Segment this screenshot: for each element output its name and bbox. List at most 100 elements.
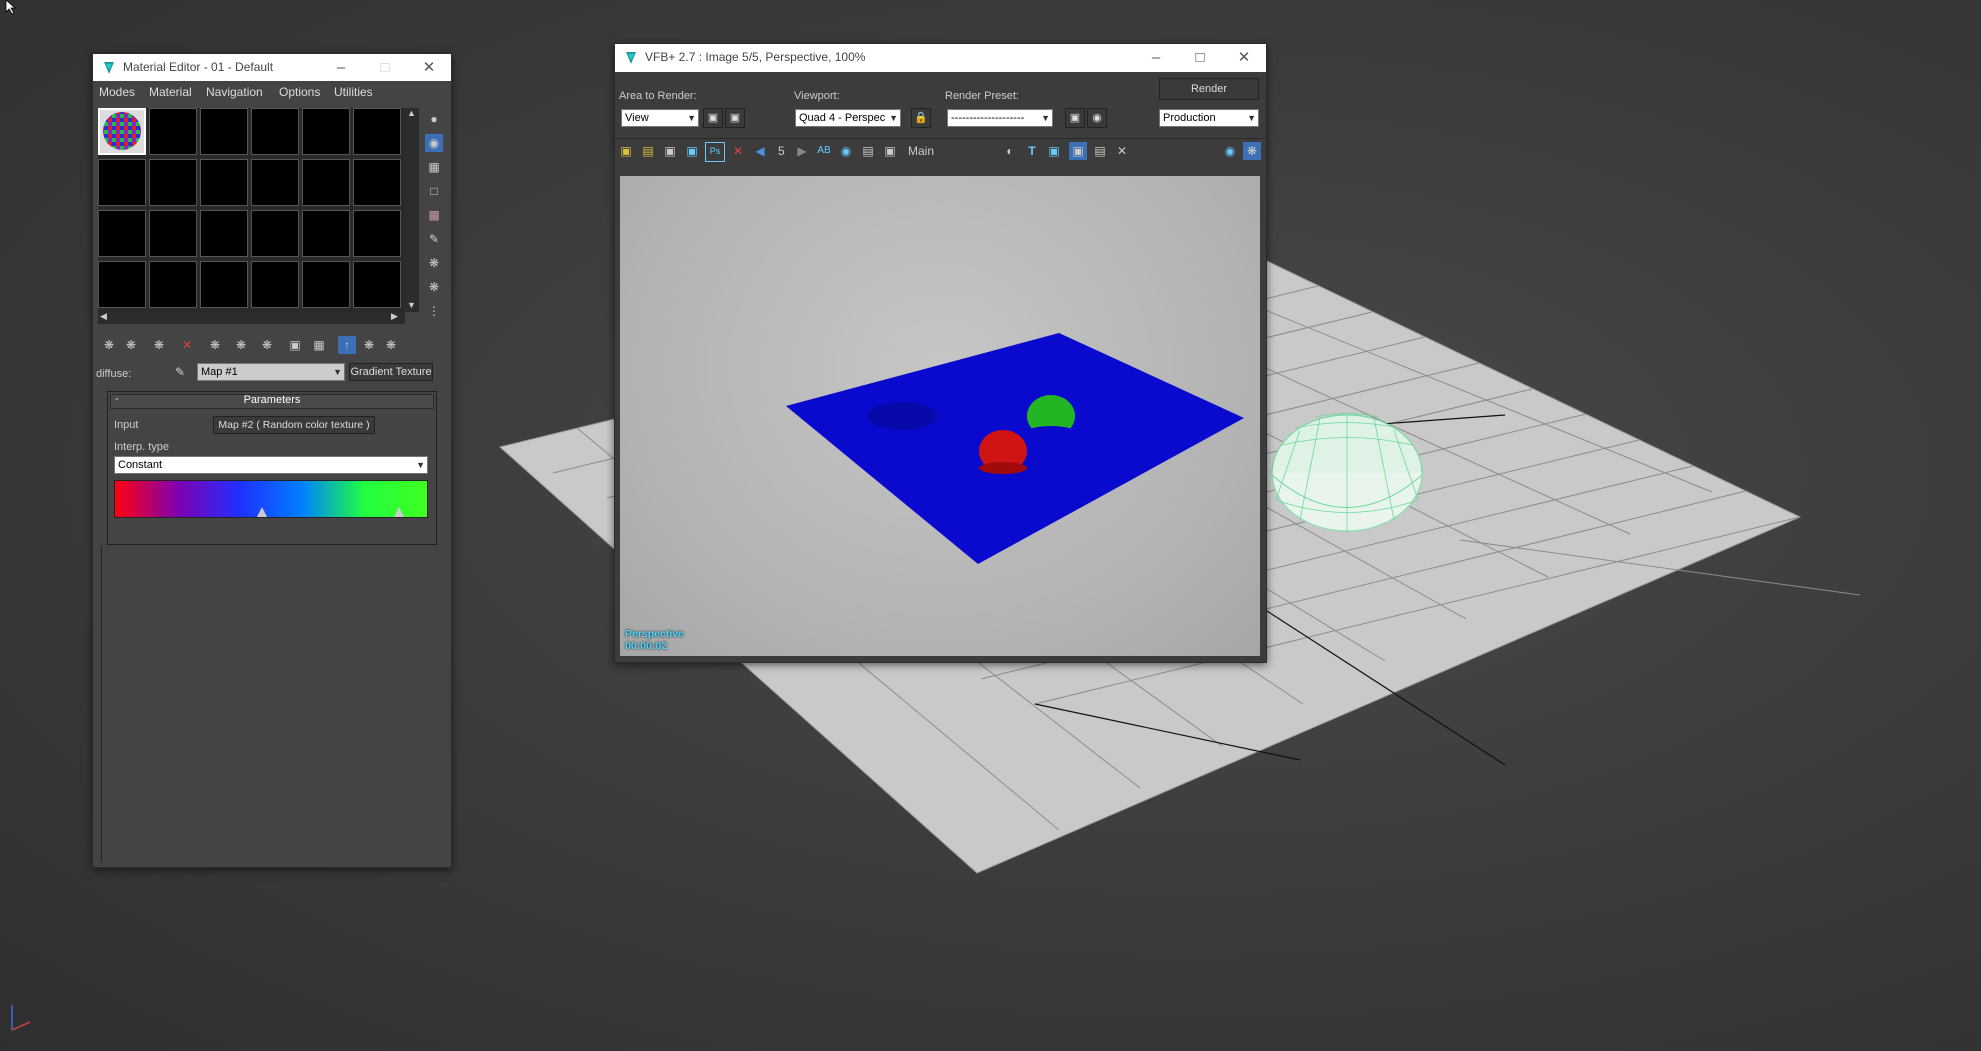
vfb-window[interactable]: VFB+ 2.7 : Image 5/5, Perspective, 100% … (614, 43, 1267, 663)
auto-region-icon[interactable]: ▣ (725, 108, 745, 128)
interactive-icon[interactable]: ◉ (1221, 142, 1239, 160)
screenshot-icon[interactable]: ▣ (683, 142, 701, 160)
render-preset-dropdown[interactable]: -------------------- ▼ (947, 109, 1053, 127)
sample-slot[interactable] (353, 261, 401, 308)
sample-slot[interactable] (353, 108, 401, 155)
exposure-icon[interactable]: ◐ (1001, 142, 1019, 160)
sample-slot[interactable] (251, 159, 299, 206)
clear-icon[interactable]: ✕ (729, 142, 747, 160)
select-by-material-icon[interactable]: ❋ (425, 278, 443, 296)
sample-slot[interactable] (302, 159, 350, 206)
scroll-down-icon[interactable]: ▼ (407, 300, 416, 310)
material-editor-window[interactable]: Material Editor - 01 - Default – □ ✕ Mod… (92, 53, 452, 868)
sample-slot[interactable] (353, 210, 401, 257)
sample-slot[interactable] (149, 159, 197, 206)
render-button[interactable]: Render (1159, 78, 1259, 100)
open-icon[interactable]: ▤ (639, 142, 657, 160)
options-icon[interactable]: ❋ (425, 254, 443, 272)
get-material-icon[interactable]: ❋ (100, 336, 118, 354)
video-color-check-icon[interactable]: ▩ (425, 206, 443, 224)
bloom-icon[interactable]: ▣ (1069, 142, 1087, 160)
history-icon[interactable]: ◉ (837, 142, 855, 160)
vfb-titlebar[interactable]: VFB+ 2.7 : Image 5/5, Perspective, 100% … (615, 44, 1266, 72)
map-name-dropdown[interactable]: Map #1 ▼ (197, 363, 345, 381)
rollout-header[interactable]: - Parameters (110, 393, 434, 409)
show-map-in-viewport-icon[interactable]: ▣ (286, 336, 304, 354)
sample-slot[interactable] (302, 108, 350, 155)
photoshop-icon[interactable]: Ps (705, 142, 725, 162)
film-icon[interactable]: ▤ (1091, 142, 1109, 160)
compare-ab-icon[interactable]: AB (815, 142, 833, 160)
previous-image-icon[interactable]: ◀ (751, 142, 769, 160)
sample-slot[interactable] (251, 210, 299, 257)
edit-region-icon[interactable]: ▣ (703, 108, 723, 128)
tools-icon[interactable]: ✕ (1113, 142, 1131, 160)
go-forward-icon[interactable]: ❋ (360, 336, 378, 354)
sample-slot[interactable] (251, 108, 299, 155)
area-to-render-dropdown[interactable]: View ▼ (621, 109, 699, 127)
go-to-parent-icon[interactable]: ↑ (338, 336, 356, 354)
slot-horizontal-scrollbar[interactable]: ◀ ▶ (98, 311, 405, 324)
put-to-scene-icon[interactable]: ❋ (122, 336, 140, 354)
text-stamp-icon[interactable]: T (1023, 142, 1041, 160)
menu-utilities[interactable]: Utilities (334, 85, 373, 99)
viewport-dropdown[interactable]: Quad 4 - Perspec ▼ (795, 109, 901, 127)
material-id-channel-icon[interactable]: ❋ (258, 336, 276, 354)
sample-slot[interactable] (98, 261, 146, 308)
menu-modes[interactable]: Modes (99, 85, 135, 99)
close-button[interactable]: ✕ (1222, 44, 1266, 71)
scroll-right-icon[interactable]: ▶ (391, 311, 398, 322)
put-to-library-icon[interactable]: ❋ (232, 336, 250, 354)
gradient-marker[interactable] (393, 507, 404, 517)
input-map-button[interactable]: Map #2 ( Random color texture ) (213, 416, 375, 434)
minimize-button[interactable]: – (1134, 44, 1178, 71)
backlight-icon[interactable]: ◉ (425, 134, 443, 152)
copy-icon[interactable]: ▣ (661, 142, 679, 160)
make-unique-icon[interactable]: ❋ (206, 336, 224, 354)
interp-type-dropdown[interactable]: Constant ▼ (114, 456, 428, 474)
sample-uv-icon[interactable]: □ (425, 182, 443, 200)
maximize-button[interactable]: □ (363, 54, 407, 81)
maximize-button[interactable]: □ (1178, 44, 1222, 71)
display-icon[interactable]: ▣ (881, 142, 899, 160)
checker-background-icon[interactable]: ▦ (425, 158, 443, 176)
gradient-marker[interactable] (256, 507, 267, 517)
production-dropdown[interactable]: Production ▼ (1159, 109, 1259, 127)
sample-slot[interactable] (353, 159, 401, 206)
lock-icon[interactable]: 🔒 (911, 108, 931, 128)
channel-label[interactable]: Main (908, 144, 934, 158)
render-setup-icon[interactable]: ▣ (1065, 108, 1085, 128)
sample-slot[interactable] (302, 261, 350, 308)
material-editor-titlebar[interactable]: Material Editor - 01 - Default – □ ✕ (93, 54, 451, 81)
scroll-left-icon[interactable]: ◀ (100, 311, 107, 322)
map-type-button[interactable]: Gradient Texture (349, 363, 433, 381)
menu-navigation[interactable]: Navigation (206, 85, 263, 99)
slot-vertical-scrollbar[interactable]: ▲ ▼ (405, 108, 419, 312)
material-map-navigator-icon[interactable]: ⋮ (425, 302, 443, 320)
delete-icon[interactable]: ✕ (178, 336, 196, 354)
material-settings-icon[interactable]: ❋ (382, 336, 400, 354)
rendered-image[interactable]: Perspective 00:00:02 (620, 176, 1260, 656)
sample-slot[interactable] (149, 108, 197, 155)
minimize-button[interactable]: – (319, 54, 363, 81)
save-icon[interactable]: ▣ (617, 142, 635, 160)
sample-slot[interactable] (98, 159, 146, 206)
sample-slot[interactable] (302, 210, 350, 257)
sample-slot[interactable] (200, 159, 248, 206)
sphere-sample-icon[interactable]: ● (425, 110, 443, 128)
sample-slot[interactable] (149, 261, 197, 308)
histogram-icon[interactable]: ▤ (859, 142, 877, 160)
sample-slot[interactable] (149, 210, 197, 257)
pin-icon[interactable]: ❋ (1243, 142, 1261, 160)
sample-slot[interactable] (251, 261, 299, 308)
next-image-icon[interactable]: ▶ (793, 142, 811, 160)
menu-material[interactable]: Material (149, 85, 192, 99)
close-button[interactable]: ✕ (407, 54, 451, 81)
make-preview-icon[interactable]: ✎ (425, 230, 443, 248)
assign-to-selection-icon[interactable]: ❋ (150, 336, 168, 354)
sample-slot[interactable] (98, 210, 146, 257)
sample-slot-active[interactable] (98, 108, 146, 155)
sample-slot[interactable] (200, 210, 248, 257)
eyedropper-icon[interactable]: ✎ (171, 363, 189, 381)
environment-icon[interactable]: ◉ (1087, 108, 1107, 128)
